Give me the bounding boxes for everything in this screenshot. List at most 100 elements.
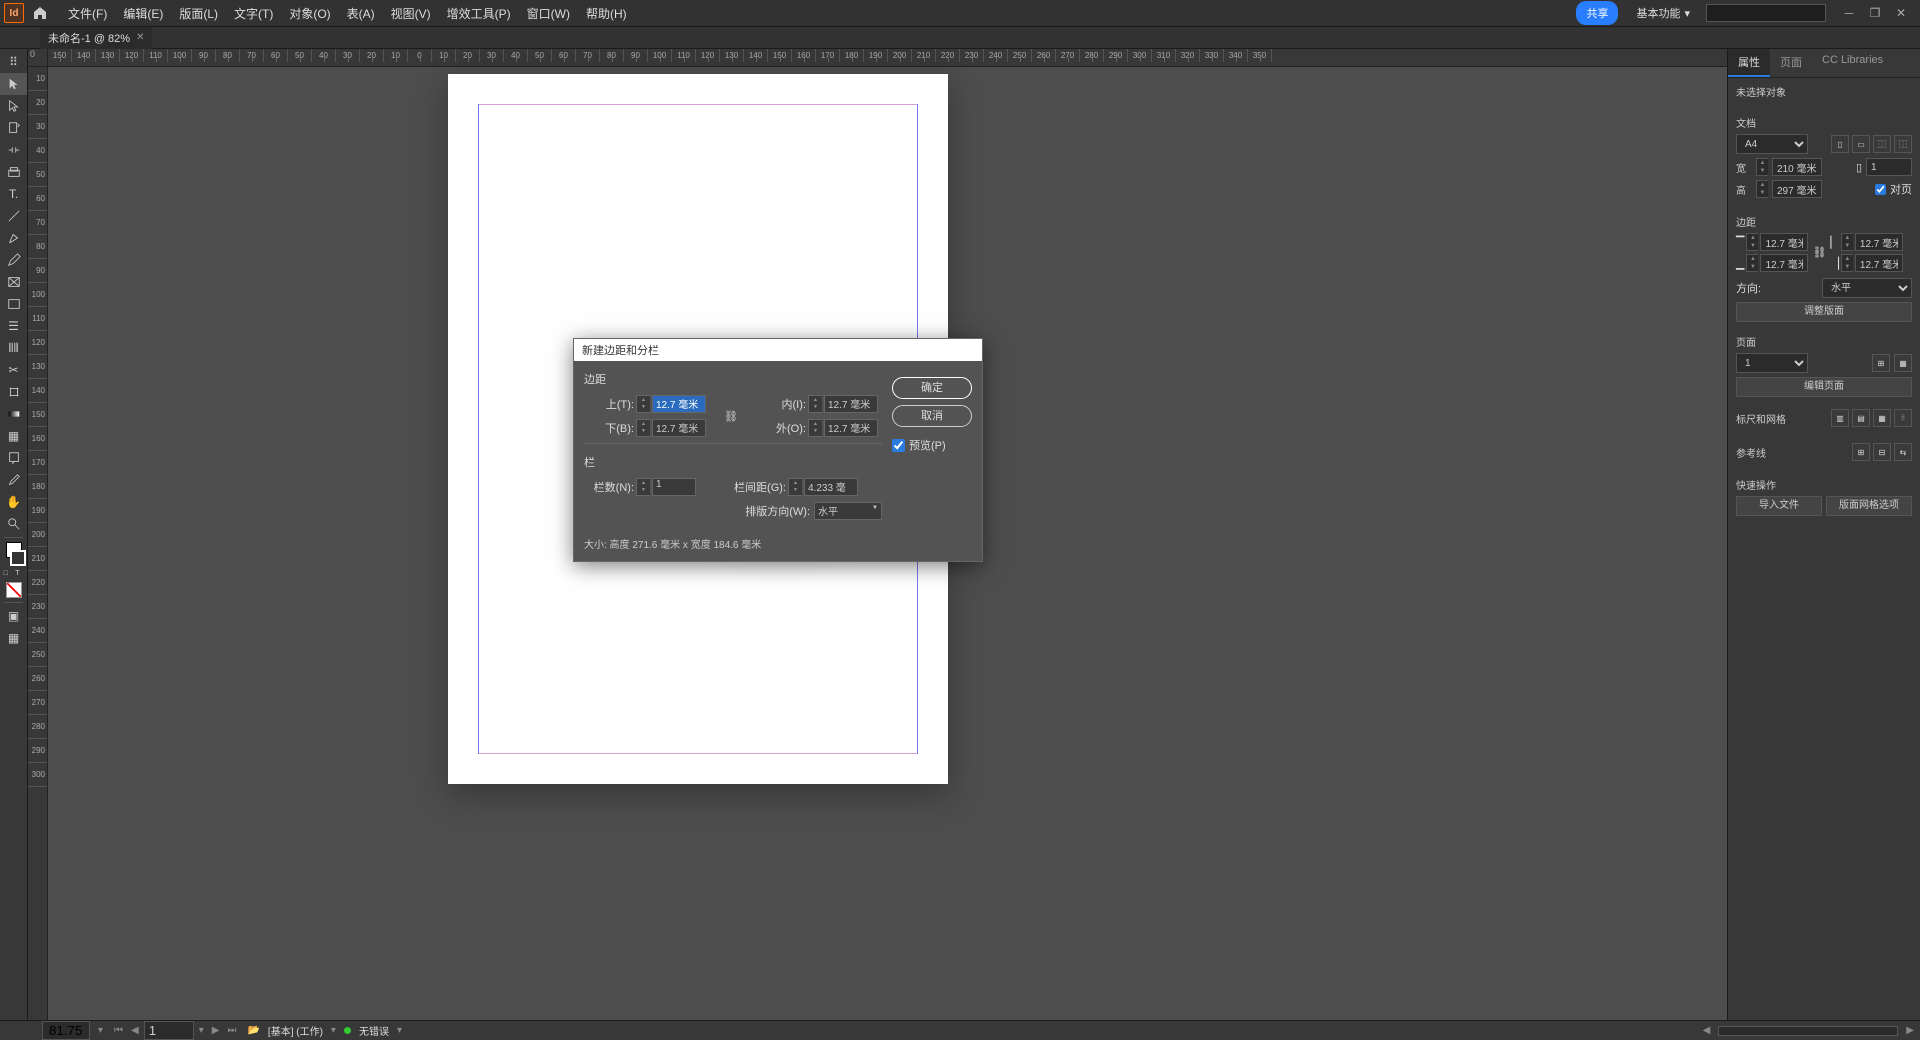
m-top-input[interactable]	[1760, 233, 1808, 251]
tab-properties[interactable]: 属性	[1728, 49, 1770, 77]
hand-tool[interactable]: ✋	[0, 491, 27, 513]
rectangle-tool[interactable]	[0, 293, 27, 315]
width-spinner[interactable]: ▲▼	[1756, 158, 1768, 176]
guide-icon-3[interactable]: ⇆	[1894, 443, 1912, 461]
content-collector-tool[interactable]	[0, 161, 27, 183]
width-input[interactable]	[1772, 158, 1822, 176]
inside-margin-spinner[interactable]	[808, 395, 822, 413]
close-tab-icon[interactable]: ✕	[136, 32, 144, 43]
document-tab[interactable]: 未命名-1 @ 82% ✕	[40, 27, 152, 49]
vertical-grid-tool[interactable]: ⦀⦀	[0, 337, 27, 359]
zoom-level-input[interactable]	[42, 1021, 90, 1040]
import-file-button[interactable]: 导入文件	[1736, 496, 1822, 516]
gap-tool[interactable]	[0, 139, 27, 161]
search-input[interactable]	[1706, 4, 1826, 22]
type-tool[interactable]: T.	[0, 183, 27, 205]
top-margin-input[interactable]: 12.7 毫米	[652, 395, 706, 413]
m-bottom-spinner[interactable]: ▲▼	[1746, 254, 1758, 272]
pages-input[interactable]	[1866, 158, 1912, 176]
last-page-icon[interactable]: ⏭	[224, 1025, 239, 1036]
note-tool[interactable]	[0, 447, 27, 469]
binding-rtl-icon[interactable]: ⿰	[1894, 135, 1912, 153]
cancel-button[interactable]: 取消	[892, 405, 972, 427]
horizontal-ruler[interactable]: 1501401301201101009080706050403020100102…	[48, 49, 1727, 67]
scroll-left-icon[interactable]: ◀	[1703, 1025, 1711, 1036]
orientation-portrait-icon[interactable]: ▯	[1831, 135, 1849, 153]
inside-margin-input[interactable]: 12.7 毫米	[824, 395, 878, 413]
zoom-tool[interactable]	[0, 513, 27, 535]
outside-margin-input[interactable]: 12.7 毫米	[824, 419, 878, 437]
no-errors-label[interactable]: 无错误	[359, 1023, 389, 1038]
bottom-margin-input[interactable]: 12.7 毫米	[652, 419, 706, 437]
menu-table[interactable]: 表(A)	[339, 1, 383, 26]
next-page-icon[interactable]: ▶	[209, 1025, 223, 1036]
link-margins-icon[interactable]: ⛓	[718, 410, 744, 423]
direction-select[interactable]: 水平	[814, 502, 882, 520]
zoom-dropdown-icon[interactable]: ▾	[98, 1025, 103, 1036]
grid-icon-4[interactable]: ⦙⦙	[1894, 409, 1912, 427]
preflight-dropdown-icon[interactable]: ▾	[331, 1025, 336, 1036]
bottom-margin-spinner[interactable]	[636, 419, 650, 437]
rectangle-frame-tool[interactable]	[0, 271, 27, 293]
m-top-spinner[interactable]: ▲▼	[1746, 233, 1758, 251]
gradient-feather-tool[interactable]: ▦	[0, 425, 27, 447]
apply-text-icon[interactable]: T	[15, 570, 23, 578]
layout-grid-options-button[interactable]: 版面网格选项	[1826, 496, 1912, 516]
selection-tool[interactable]	[0, 73, 27, 95]
ok-button[interactable]: 确定	[892, 377, 972, 399]
facing-pages-checkbox[interactable]: 对页	[1875, 181, 1912, 197]
direct-selection-tool[interactable]	[0, 95, 27, 117]
page-tool[interactable]	[0, 117, 27, 139]
page-number-select[interactable]: 1	[1736, 353, 1808, 373]
menu-type[interactable]: 文字(T)	[226, 1, 281, 26]
gradient-swatch-tool[interactable]	[0, 403, 27, 425]
view-mode-preview[interactable]: ▦	[0, 627, 27, 649]
link-margins-panel-icon[interactable]: ⛓	[1812, 246, 1826, 259]
vertical-ruler[interactable]: 1020304050607080901001101201301401501601…	[28, 67, 48, 1020]
minimize-icon[interactable]: ─	[1842, 6, 1856, 20]
scissors-tool[interactable]: ✂	[0, 359, 27, 381]
horizontal-scrollbar[interactable]	[1718, 1026, 1898, 1036]
edit-pages-button[interactable]: 编辑页面	[1736, 377, 1912, 397]
eyedropper-tool[interactable]	[0, 469, 27, 491]
pencil-tool[interactable]	[0, 249, 27, 271]
height-input[interactable]	[1772, 180, 1822, 198]
canvas-area[interactable]: 0 15014013012011010090807060504030201001…	[28, 49, 1727, 1020]
page-preset-select[interactable]: A4	[1736, 134, 1808, 154]
tab-pages[interactable]: 页面	[1770, 49, 1812, 77]
m-outside-spinner[interactable]: ▲▼	[1841, 254, 1853, 272]
prev-page-icon[interactable]: ◀	[128, 1025, 142, 1036]
grid-icon-1[interactable]: ▥	[1831, 409, 1849, 427]
orientation-landscape-icon[interactable]: ▭	[1852, 135, 1870, 153]
line-tool[interactable]	[0, 205, 27, 227]
menu-file[interactable]: 文件(F)	[60, 1, 115, 26]
scroll-right-icon[interactable]: ▶	[1906, 1025, 1914, 1036]
first-page-icon[interactable]: ⏮	[111, 1025, 126, 1036]
ruler-origin[interactable]: 0	[28, 49, 48, 67]
free-transform-tool[interactable]	[0, 381, 27, 403]
stroke-color-swatch[interactable]	[10, 550, 26, 566]
delete-page-icon[interactable]: ▦	[1894, 354, 1912, 372]
m-bottom-input[interactable]	[1760, 254, 1808, 272]
m-inside-spinner[interactable]: ▲▼	[1841, 233, 1853, 251]
home-icon[interactable]	[32, 5, 48, 21]
horizontal-grid-tool[interactable]: ☰	[0, 315, 27, 337]
m-outside-input[interactable]	[1855, 254, 1903, 272]
pen-tool[interactable]	[0, 227, 27, 249]
add-page-icon[interactable]: ⊞	[1872, 354, 1890, 372]
page-dropdown-icon[interactable]: ▾	[196, 1025, 207, 1036]
preview-checkbox[interactable]: 预览(P)	[892, 437, 972, 453]
apply-none-swatch[interactable]	[6, 582, 22, 598]
column-count-spinner[interactable]	[636, 478, 650, 496]
guide-icon-2[interactable]: ⊟	[1873, 443, 1891, 461]
preflight-profile[interactable]: [基本] (工作)	[268, 1023, 323, 1038]
close-icon[interactable]: ✕	[1894, 6, 1908, 20]
menu-object[interactable]: 对象(O)	[281, 1, 338, 26]
errors-dropdown-icon[interactable]: ▾	[397, 1025, 402, 1036]
menu-window[interactable]: 窗口(W)	[519, 1, 578, 26]
grid-icon-2[interactable]: ▤	[1852, 409, 1870, 427]
menu-help[interactable]: 帮助(H)	[578, 1, 635, 26]
menu-layout[interactable]: 版面(L)	[171, 1, 226, 26]
m-inside-input[interactable]	[1855, 233, 1903, 251]
menu-view[interactable]: 视图(V)	[383, 1, 439, 26]
